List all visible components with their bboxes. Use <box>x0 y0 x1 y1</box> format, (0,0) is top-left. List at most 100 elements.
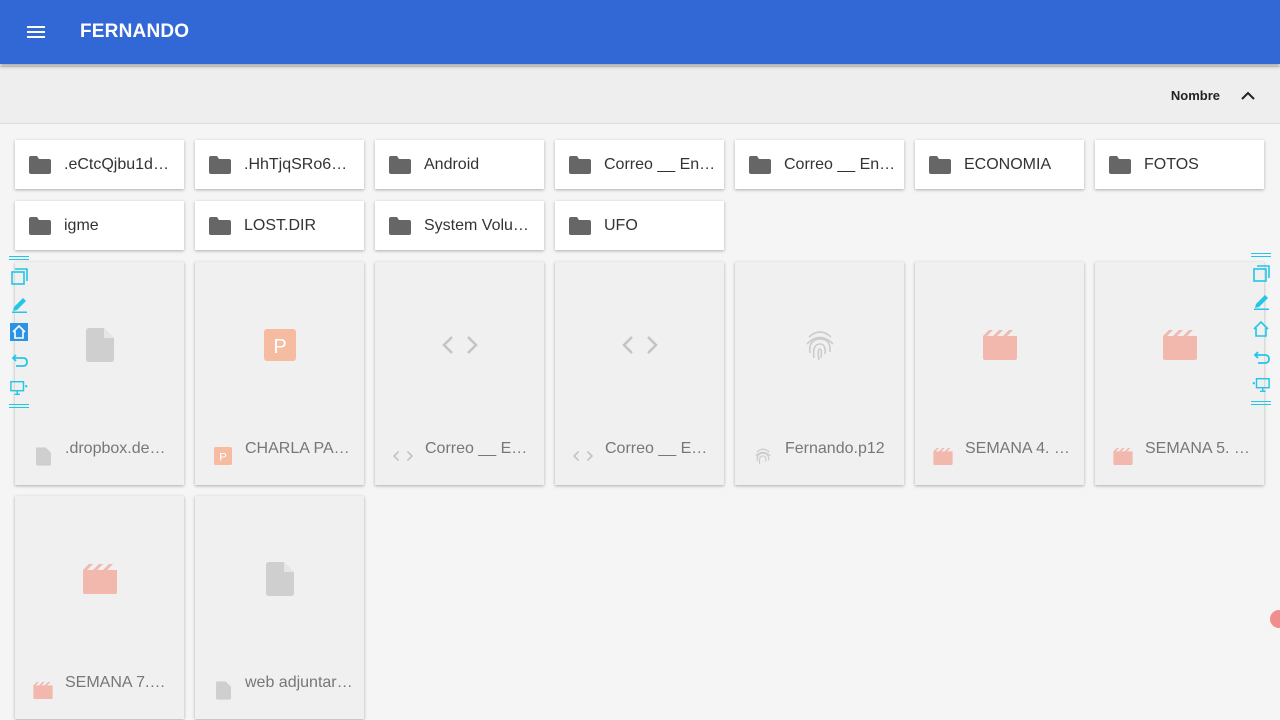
fingerprint-icon <box>805 330 834 360</box>
folder-icon <box>749 155 771 174</box>
hamburger-icon <box>27 26 45 38</box>
file-tile[interactable]: SEMANA 4. 1… <box>915 262 1084 485</box>
video-icon <box>1113 446 1133 466</box>
file-thumbnail <box>1095 262 1264 427</box>
sort-by-name-button[interactable]: Nombre <box>1171 88 1220 103</box>
pen-tool-icon[interactable] <box>1252 292 1270 310</box>
page-title: FERNANDO <box>80 21 190 42</box>
app-bar: FERNANDO <box>0 0 1280 64</box>
file-tile[interactable]: Correo __ Ent… <box>375 262 544 485</box>
folder-icon <box>209 216 231 235</box>
folder-name: Android <box>424 155 480 173</box>
video-icon <box>982 329 1017 360</box>
screenshot-tool-icon[interactable] <box>1252 264 1270 282</box>
left-floating-toolbar <box>8 254 30 410</box>
folder-name: ECONOMIA <box>964 155 1052 173</box>
svg-text:P: P <box>219 452 227 464</box>
file-tile[interactable]: .dropbox.dev… <box>15 262 184 485</box>
toolbar-divider <box>1251 253 1271 257</box>
folder-tile[interactable]: LOST.DIR <box>195 201 364 250</box>
menu-button[interactable] <box>0 0 72 64</box>
document-icon <box>213 680 233 700</box>
folder-icon <box>29 216 51 235</box>
file-name: Fernando.p12 <box>785 440 885 457</box>
sort-bar: Nombre <box>0 66 1280 124</box>
folder-icon <box>929 155 951 174</box>
file-name: SEMANA 7.… <box>65 674 166 691</box>
folder-tile[interactable]: .eCtcQjbu1dg… <box>15 140 184 189</box>
file-tile[interactable]: Correo __ Ent… <box>555 262 724 485</box>
file-thumbnail <box>735 262 904 427</box>
video-icon <box>82 563 117 594</box>
video-icon <box>33 680 53 700</box>
file-thumbnail <box>15 496 184 661</box>
file-tile[interactable]: SEMANA 5. 1… <box>1095 262 1264 485</box>
file-thumbnail: P <box>195 262 364 427</box>
file-tile[interactable]: SEMANA 7.… <box>15 496 184 719</box>
folder-name: Correo __ Ent… <box>784 155 896 173</box>
home-icon[interactable] <box>10 323 28 341</box>
file-tile[interactable]: web adjuntar… <box>195 496 364 719</box>
file-name: .dropbox.dev… <box>65 440 173 457</box>
file-thumbnail <box>555 262 724 427</box>
folder-icon <box>29 155 51 174</box>
folder-name: .HhTjqSRo6d… <box>244 155 356 173</box>
folder-name: LOST.DIR <box>244 216 317 234</box>
folder-name: igme <box>64 216 99 234</box>
svg-text:P: P <box>273 336 286 358</box>
document-icon <box>85 327 114 362</box>
file-name: SEMANA 4. 1… <box>965 440 1073 457</box>
folder-tile[interactable]: FOTOS <box>1095 140 1264 189</box>
folder-tile[interactable]: System Volu… <box>375 201 544 250</box>
file-thumbnail <box>15 262 184 427</box>
folder-tile[interactable]: UFO <box>555 201 724 250</box>
file-name: web adjuntar… <box>245 674 353 691</box>
folder-name: Correo __ Ent… <box>604 155 716 173</box>
folder-name: System Volu… <box>424 216 529 234</box>
sort-ascending-icon[interactable] <box>1238 85 1258 105</box>
file-tile[interactable]: Fernando.p12 <box>735 262 904 485</box>
file-tile[interactable]: P P CHARLA PA… <box>195 262 364 485</box>
folder-tile[interactable]: .HhTjqSRo6d… <box>195 140 364 189</box>
code-icon <box>393 446 413 466</box>
back-icon[interactable] <box>1252 348 1270 366</box>
toolbar-divider <box>1251 401 1271 405</box>
home-icon[interactable] <box>1252 320 1270 338</box>
code-icon <box>573 446 593 466</box>
folder-icon <box>389 155 411 174</box>
folder-icon <box>569 155 591 174</box>
folder-tile[interactable]: Correo __ Ent… <box>555 140 724 189</box>
fingerprint-icon <box>753 446 773 466</box>
folder-name: .eCtcQjbu1dg… <box>64 155 176 173</box>
file-name: Correo __ Ent… <box>605 440 713 457</box>
screenshot-tool-icon[interactable] <box>10 267 28 285</box>
folder-icon <box>209 155 231 174</box>
folder-tile[interactable]: Android <box>375 140 544 189</box>
document-icon <box>265 561 294 596</box>
folder-name: FOTOS <box>1144 155 1199 173</box>
file-name: SEMANA 5. 1… <box>1145 440 1253 457</box>
code-icon <box>441 335 478 354</box>
folder-tile[interactable]: ECONOMIA <box>915 140 1084 189</box>
toolbar-divider <box>9 404 29 408</box>
video-icon <box>1162 329 1197 360</box>
folder-tile[interactable]: igme <box>15 201 184 250</box>
pc-screen-icon[interactable] <box>1252 376 1270 394</box>
folder-name: UFO <box>604 216 638 234</box>
file-thumbnail <box>915 262 1084 427</box>
presentation-icon: P <box>263 328 296 361</box>
file-name: CHARLA PA… <box>245 440 350 457</box>
file-name: Correo __ Ent… <box>425 440 533 457</box>
pc-screen-icon[interactable] <box>10 379 28 397</box>
file-thumbnail <box>375 262 544 427</box>
pen-tool-icon[interactable] <box>10 295 28 313</box>
file-thumbnail <box>195 496 364 661</box>
folder-icon <box>569 216 591 235</box>
code-icon <box>621 335 658 354</box>
right-floating-toolbar <box>1250 251 1272 407</box>
floating-action-dot[interactable] <box>1270 610 1280 628</box>
back-icon[interactable] <box>10 351 28 369</box>
toolbar-divider <box>9 256 29 260</box>
folder-tile[interactable]: Correo __ Ent… <box>735 140 904 189</box>
video-icon <box>933 446 953 466</box>
